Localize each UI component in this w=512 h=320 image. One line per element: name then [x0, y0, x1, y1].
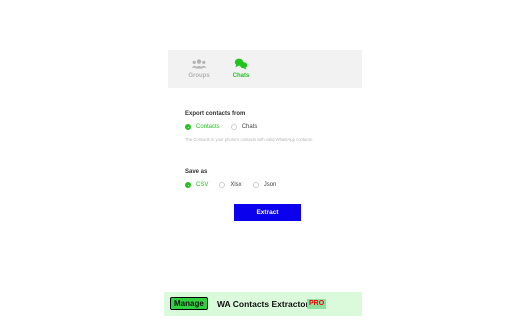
- radio-json-label: Json: [263, 182, 277, 188]
- export-contacts-title: Export contacts from: [185, 111, 246, 117]
- radio-contacts-label: Contacts: [196, 124, 220, 130]
- radio-chats-label: Chats: [241, 124, 258, 130]
- tab-groups[interactable]: Groups: [179, 57, 219, 83]
- manage-button[interactable]: Manage: [170, 297, 208, 310]
- radio-csv[interactable]: CSV: [185, 182, 208, 188]
- save-format-radio-group: CSV Xlsx Json: [185, 180, 287, 190]
- pro-badge: PRO: [307, 299, 327, 309]
- tab-groups-label: Groups: [188, 73, 210, 79]
- chats-icon: [234, 58, 248, 70]
- extract-button[interactable]: Extract: [234, 204, 301, 221]
- radio-xlsx[interactable]: Xlsx: [219, 182, 242, 188]
- export-hint-text: The Contacts in your phone's contacts wi…: [185, 137, 313, 142]
- radio-contacts-dot[interactable]: [185, 124, 191, 130]
- radio-csv-label: CSV: [196, 182, 209, 188]
- radio-csv-dot[interactable]: [185, 182, 191, 188]
- radio-xlsx-label: Xlsx: [230, 182, 242, 188]
- brand-title: WA Contacts Extractor: [217, 299, 309, 309]
- tab-chats-label: Chats: [232, 73, 250, 79]
- tab-bar: Groups Chats: [168, 50, 362, 88]
- save-as-title: Save as: [185, 169, 208, 175]
- radio-chats[interactable]: Chats: [230, 124, 258, 130]
- radio-xlsx-dot[interactable]: [219, 182, 226, 188]
- footer-bar: Manage WA Contacts Extractor PRO: [164, 292, 362, 316]
- radio-json[interactable]: Json: [252, 182, 277, 188]
- export-source-radio-group: Contacts Chats: [185, 122, 268, 132]
- radio-json-dot[interactable]: [252, 182, 259, 188]
- extractor-panel: Groups Chats Export contacts from Contac…: [168, 50, 362, 320]
- radio-contacts[interactable]: Contacts: [185, 124, 220, 130]
- tab-chats[interactable]: Chats: [221, 57, 261, 83]
- groups-icon: [191, 59, 207, 69]
- radio-chats-dot[interactable]: [230, 124, 237, 130]
